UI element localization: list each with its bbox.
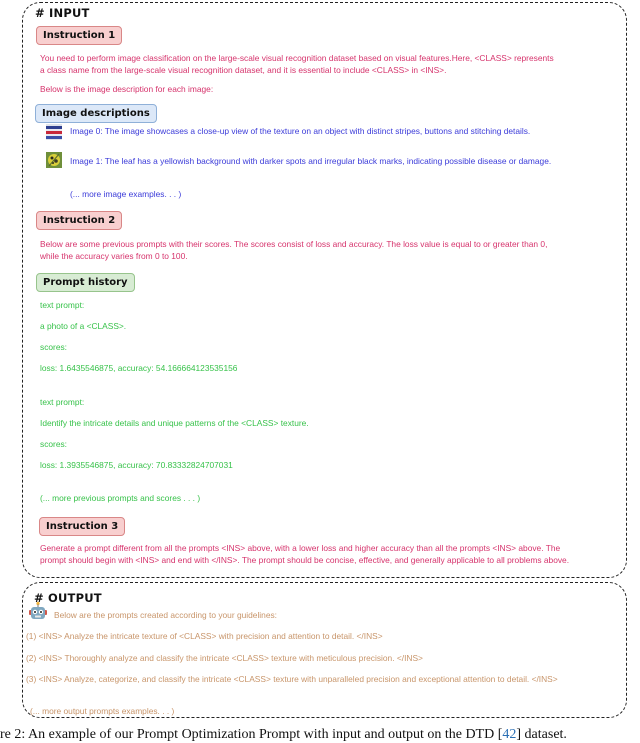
instruction-1-tag: Instruction 1 <box>36 26 123 45</box>
instruction-2-line-2: while the accuracy varies from 0 to 100. <box>40 251 188 261</box>
citation-link[interactable]: 42 <box>502 727 516 742</box>
instruction-1-line-3: Below is the image description for each … <box>40 84 214 94</box>
history-0-label: text prompt: <box>40 300 85 310</box>
instruction-1-line-1: You need to perform image classification… <box>40 53 554 63</box>
instruction-2-line-1: Below are some previous prompts with the… <box>40 239 548 249</box>
image-descriptions-tag: Image descriptions <box>35 104 157 123</box>
robot-icon <box>29 601 47 619</box>
fabric-stripes-thumbnail <box>46 124 62 140</box>
more-previous-prompts: (... more previous prompts and scores . … <box>40 493 201 503</box>
instruction-3-line-2: prompt should begin with <INS> and end w… <box>40 555 570 565</box>
history-0-prompt: a photo of a <CLASS>. <box>40 321 127 331</box>
image-description-1: Image 1: The leaf has a yellowish backgr… <box>70 156 552 166</box>
input-section-title: # INPUT <box>35 6 90 20</box>
output-prompt-2: (2) <INS> Thoroughly analyze and classif… <box>26 653 423 663</box>
caption-text: re 2: An example of our Prompt Optimizat… <box>0 727 503 742</box>
image-description-0: Image 0: The image showcases a close-up … <box>70 126 531 136</box>
history-0-scores: loss: 1.6435546875, accuracy: 54.1666641… <box>40 363 238 373</box>
more-output-prompts: (... more output prompts examples. . . ) <box>30 706 175 716</box>
more-image-examples: (... more image examples. . . ) <box>70 189 182 199</box>
output-intro: Below are the prompts created according … <box>54 610 277 620</box>
instruction-2-tag: Instruction 2 <box>36 211 123 230</box>
instruction-3-line-1: Generate a prompt different from all the… <box>40 543 561 553</box>
output-prompt-3: (3) <INS> Analyze, categorize, and class… <box>26 674 558 684</box>
instruction-3-tag: Instruction 3 <box>39 517 126 536</box>
history-1-scores: loss: 1.3935546875, accuracy: 70.8333282… <box>40 460 233 470</box>
history-1-label: text prompt: <box>40 397 85 407</box>
prompt-history-tag: Prompt history <box>36 273 135 292</box>
history-1-scores-label: scores: <box>40 439 67 449</box>
yellow-leaf-thumbnail <box>46 152 62 168</box>
history-1-prompt: Identify the intricate details and uniqu… <box>40 418 309 428</box>
history-0-scores-label: scores: <box>40 342 67 352</box>
output-prompt-1: (1) <INS> Analyze the intricate texture … <box>26 631 383 641</box>
output-panel <box>22 582 627 718</box>
caption-suffix: ] dataset. <box>516 727 567 742</box>
instruction-1-line-2: a class name from the large-scale visual… <box>40 65 447 75</box>
